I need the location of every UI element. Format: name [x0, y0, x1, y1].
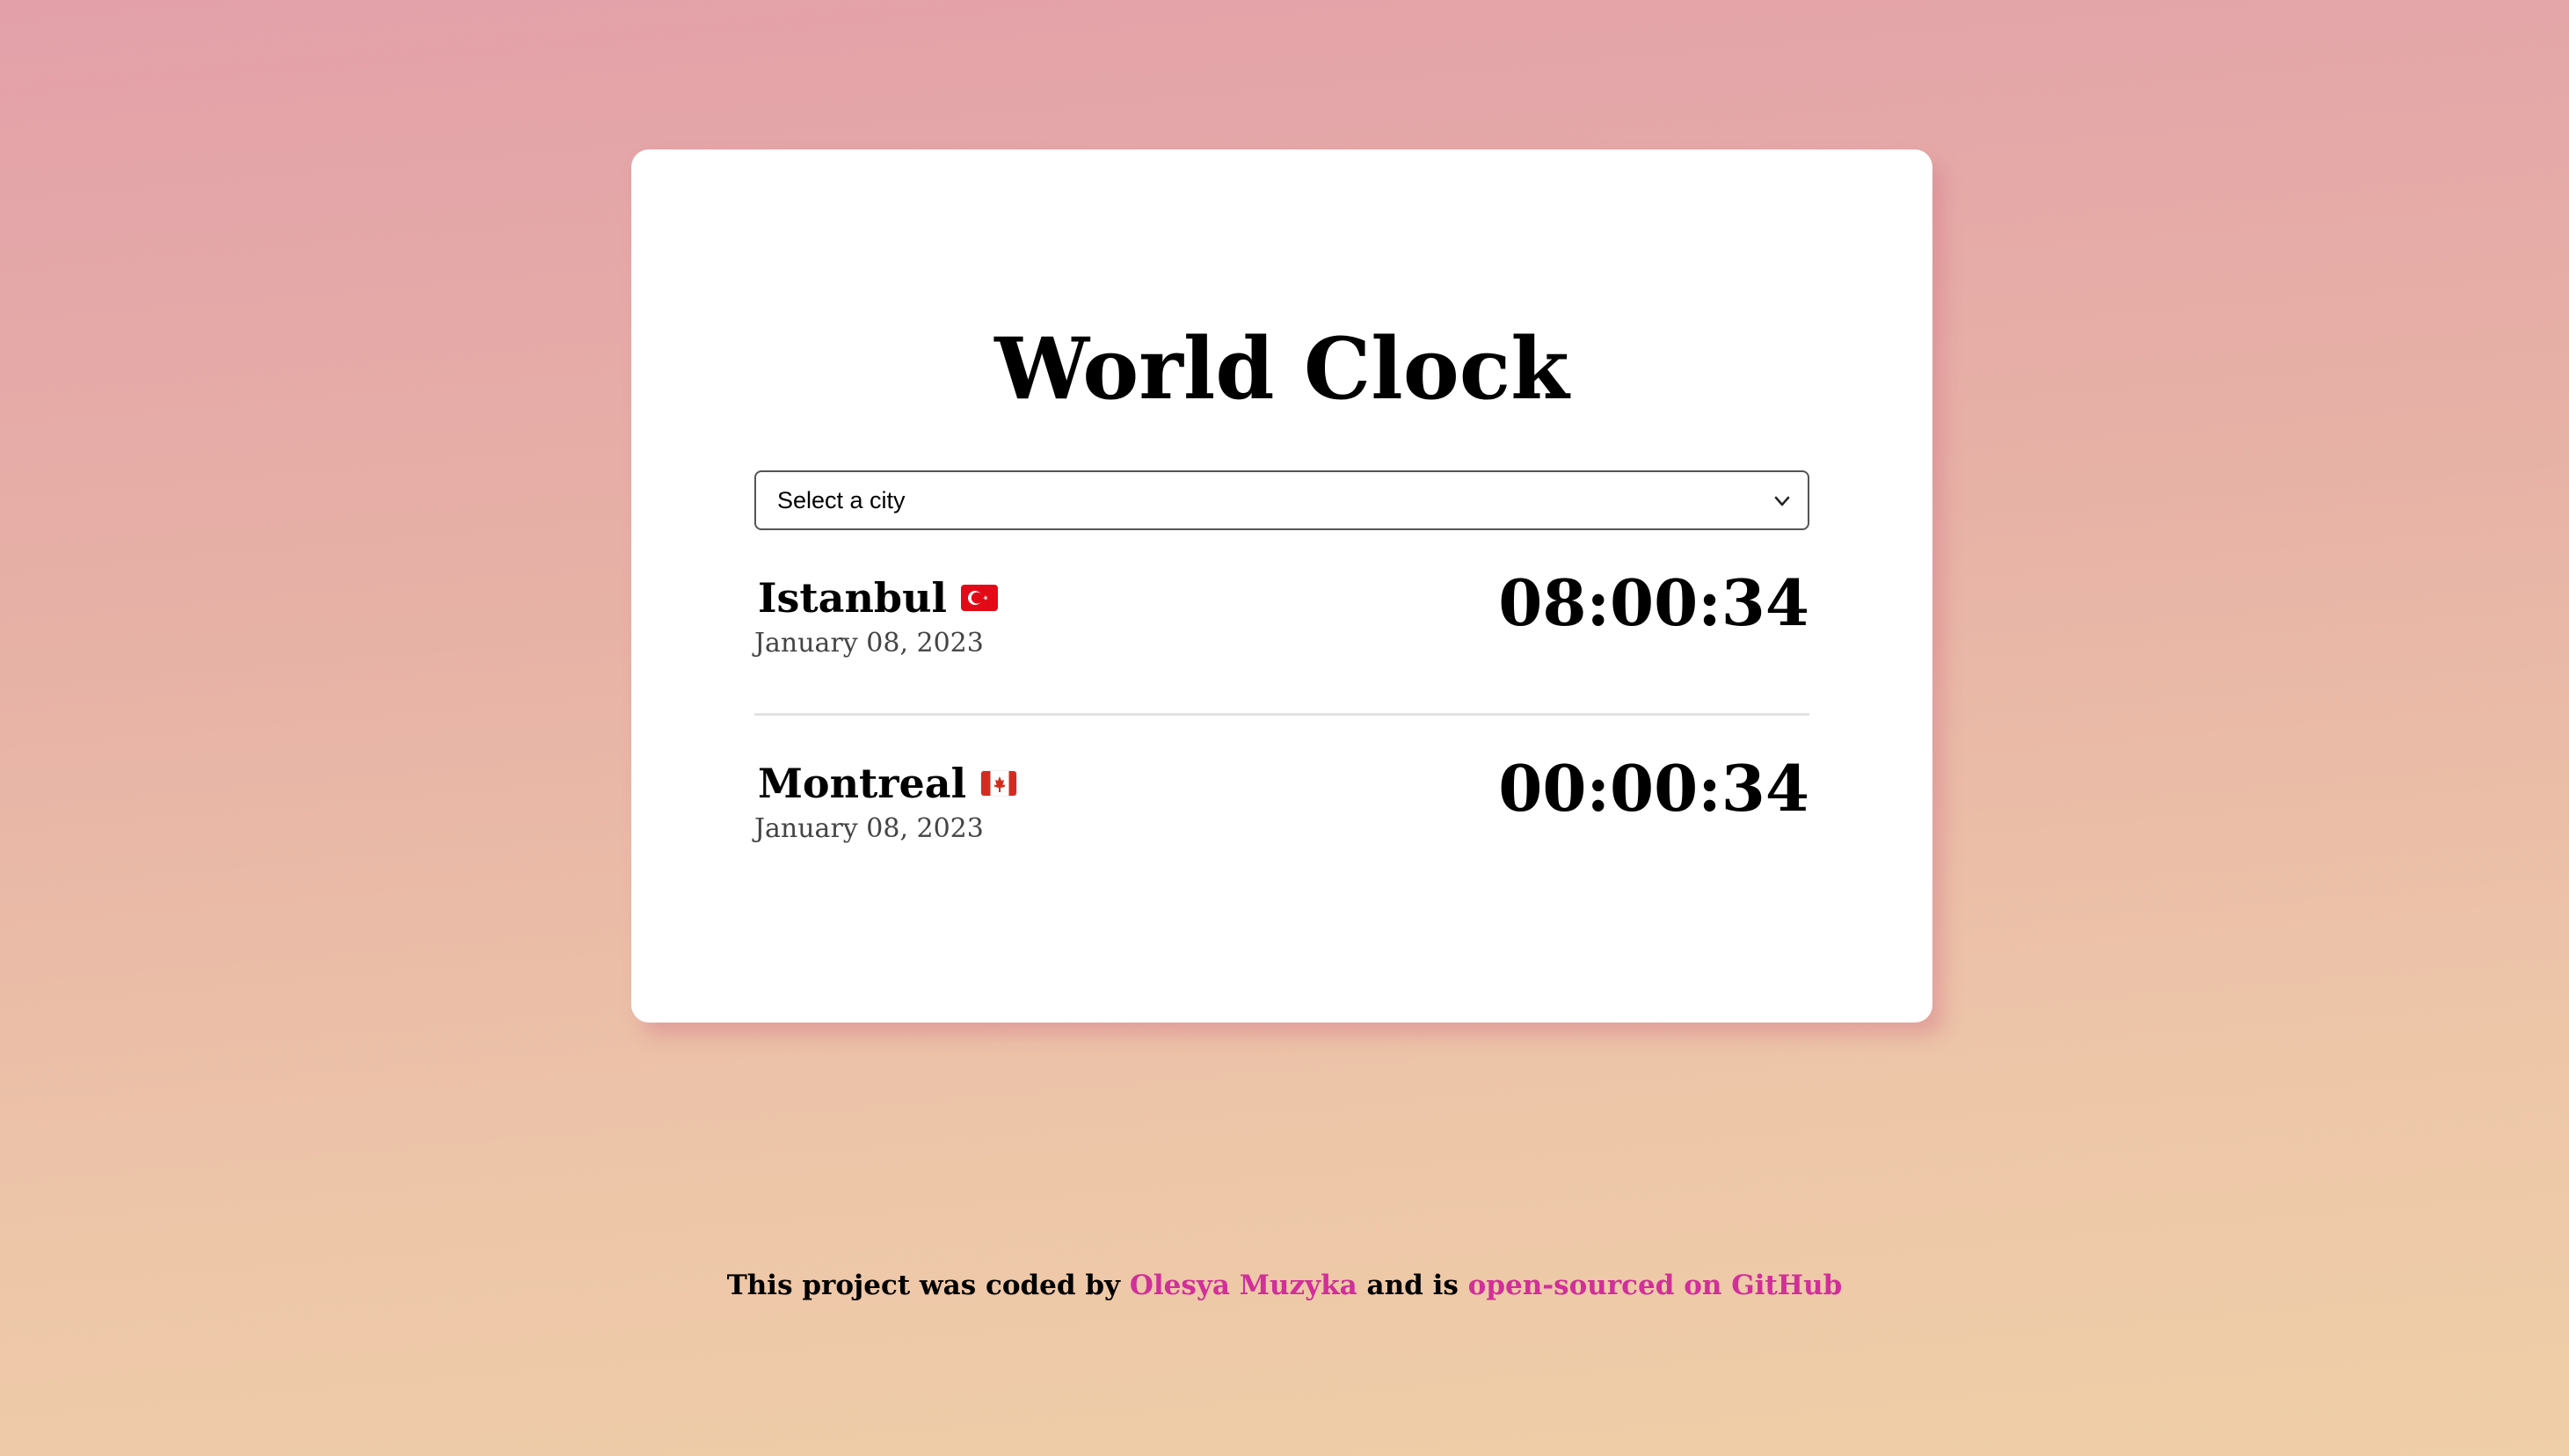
city-time: 08:00:34	[1498, 565, 1809, 640]
city-name-label: Istanbul	[758, 574, 947, 622]
author-link[interactable]: Olesya Muzyka	[1130, 1270, 1357, 1301]
canada-flag-icon	[980, 770, 1018, 797]
footer-prefix: This project was coded by	[726, 1270, 1121, 1301]
city-row-montreal: Montreal January 08, 2023 00:00:34	[754, 752, 1809, 871]
turkey-flag-icon	[961, 585, 998, 611]
city-name: Istanbul	[758, 571, 998, 624]
city-date: January 08, 2023	[754, 813, 984, 844]
world-clock-card: World Clock Select a city Istanbul Janua…	[631, 149, 1932, 1023]
chevron-down-icon	[1774, 496, 1790, 506]
footer-middle: and is	[1366, 1270, 1459, 1301]
city-name-label: Montreal	[758, 760, 967, 807]
city-select-value: Select a city	[777, 486, 906, 513]
city-name: Montreal	[758, 757, 1018, 810]
page-title: World Clock	[994, 319, 1569, 419]
footer: This project was coded by Olesya Muzyka …	[0, 1264, 2569, 1307]
city-select[interactable]: Select a city	[754, 470, 1809, 530]
city-row-istanbul: Istanbul January 08, 2023 08:00:34	[754, 566, 1809, 686]
github-link[interactable]: open-sourced on GitHub	[1468, 1270, 1843, 1301]
city-date: January 08, 2023	[754, 628, 984, 659]
city-time: 00:00:34	[1498, 751, 1809, 826]
divider	[754, 713, 1809, 716]
